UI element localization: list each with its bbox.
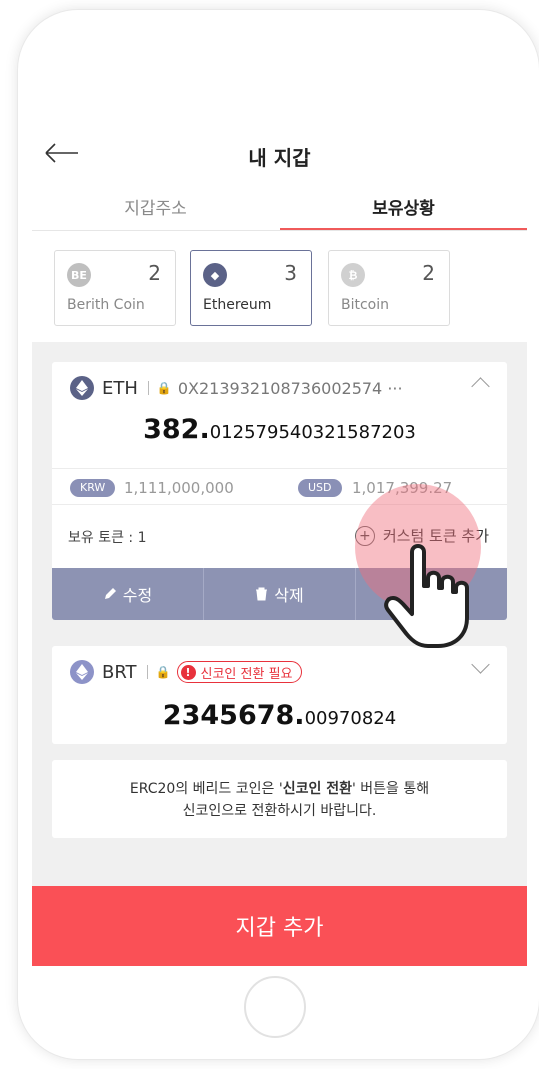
coin-tile-bitcoin[interactable]: ₿ 2 Bitcoin (328, 250, 450, 326)
coin-selector: BE 2 Berith Coin ◆ 3 Ethereum ₿ 2 Bitcoi… (32, 240, 527, 342)
usd-badge: USD (298, 479, 342, 497)
tab-wallet-address[interactable]: 지갑주소 (32, 194, 279, 219)
balance-decimals: 00970824 (304, 708, 397, 729)
ethereum-icon: ◆ (203, 263, 227, 287)
alert-icon: ! (180, 664, 196, 680)
brt-card-header: BRT 🔒 ! 신코인 전환 필요 (70, 660, 491, 684)
divider (146, 665, 148, 679)
coin-count: 2 (148, 261, 161, 285)
active-tab-indicator (280, 228, 527, 230)
coin-name: Ethereum (203, 297, 272, 313)
delete-button[interactable]: 삭제 (204, 568, 356, 620)
eth-balance: 382.012579540321587203 (52, 414, 507, 445)
coin-name: Bitcoin (341, 297, 390, 313)
notice-text: ERC20의 베리드 코인은 '신코인 전환' 버튼을 통해 신코인으로 전환하… (52, 778, 507, 822)
brt-coin-icon (70, 660, 94, 684)
coin-count: 2 (422, 261, 435, 285)
pointing-hand-icon (384, 544, 469, 648)
home-button[interactable] (244, 976, 306, 1038)
app-header: 내 지갑 지갑주소 보유상황 (32, 118, 527, 240)
coin-count: 3 (284, 261, 297, 285)
divider (147, 381, 149, 395)
conversion-required-label: 신코인 전환 필요 (200, 666, 293, 682)
edit-label: 수정 (122, 586, 153, 605)
edit-button[interactable]: 수정 (52, 568, 204, 620)
berith-coin-icon: BE (67, 263, 91, 287)
held-tokens-count: 보유 토큰 : 1 (68, 530, 147, 546)
lock-icon: 🔒 (155, 665, 171, 679)
notice-line-2: 신코인으로 전환하시기 바랍니다. (182, 803, 377, 819)
token-symbol: BRT (102, 661, 137, 683)
add-wallet-button[interactable]: 지갑 추가 (32, 886, 527, 966)
lock-icon: 🔒 (156, 381, 172, 395)
conversion-notice: ERC20의 베리드 코인은 '신코인 전환' 버튼을 통해 신코인으로 전환하… (52, 760, 507, 838)
balance-integer: 382. (143, 414, 210, 445)
page-title: 내 지갑 (248, 146, 311, 170)
token-symbol: ETH (102, 377, 138, 399)
brt-balance: 2345678.00970824 (52, 700, 507, 731)
notice-emphasis: 신코인 전환 (282, 781, 352, 797)
trash-icon (256, 587, 268, 601)
krw-value: 1,111,000,000 (124, 479, 234, 497)
coin-tile-berith[interactable]: BE 2 Berith Coin (54, 250, 176, 326)
tab-bar: 지갑주소 보유상황 (32, 184, 527, 231)
balance-decimals: 012579540321587203 (209, 422, 416, 443)
krw-badge: KRW (70, 479, 116, 497)
tab-holdings[interactable]: 보유상황 (280, 194, 527, 219)
bitcoin-icon: ₿ (341, 263, 365, 287)
wallet-address: 0X213932108736002574 ··· (177, 378, 403, 398)
notice-text-part: ' 버튼을 통해 (351, 781, 430, 797)
ethereum-icon (70, 376, 94, 400)
brt-balance-card: BRT 🔒 ! 신코인 전환 필요 2345678.00970824 (52, 646, 507, 744)
coin-tile-ethereum[interactable]: ◆ 3 Ethereum (190, 250, 312, 326)
eth-card-header: ETH 🔒 0X213932108736002574 ··· (70, 376, 491, 400)
pencil-icon (104, 588, 116, 599)
conversion-required-badge[interactable]: ! 신코인 전환 필요 (176, 661, 302, 683)
delete-label: 삭제 (274, 586, 304, 605)
balance-integer: 2345678. (162, 700, 305, 731)
notice-text-part: ERC20의 베리드 코인은 ' (129, 781, 283, 797)
coin-name: Berith Coin (67, 297, 145, 313)
